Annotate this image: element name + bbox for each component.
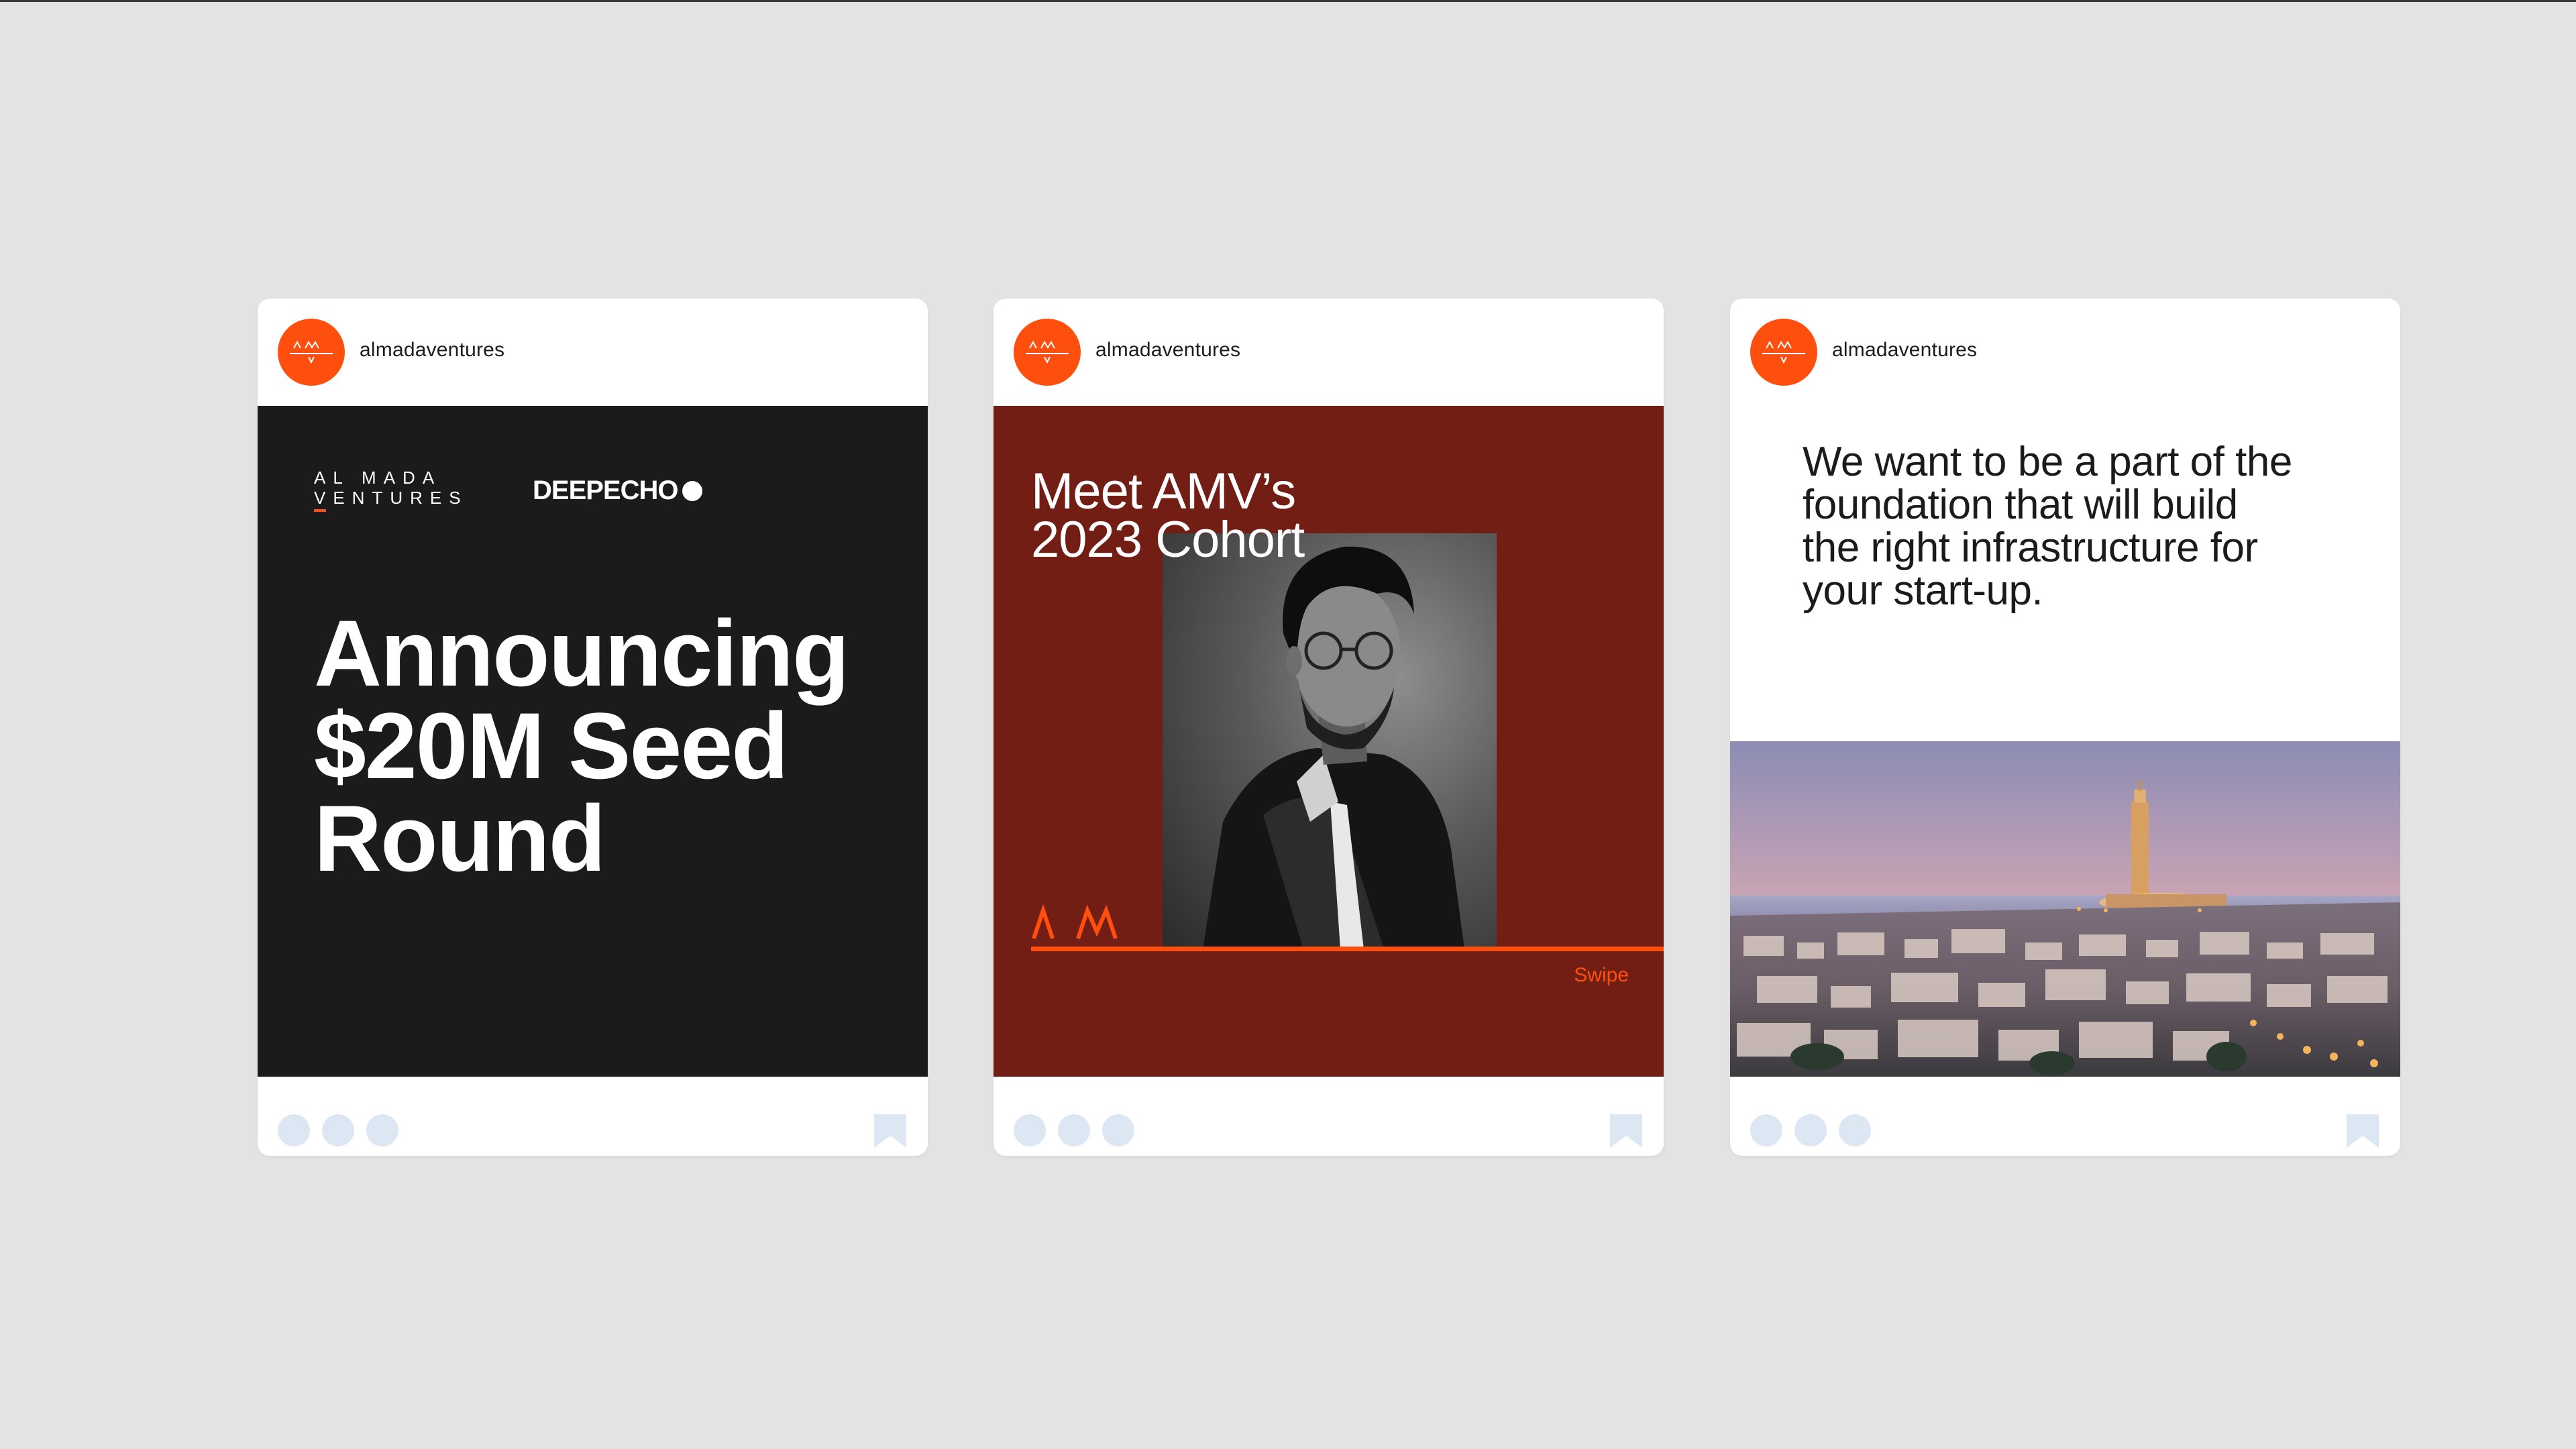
swipe-hint[interactable]: Swipe	[1574, 964, 1629, 987]
am-monogram-icon	[1026, 340, 1069, 364]
headline-line: Announcing	[314, 600, 849, 706]
post-header: almadaventures	[258, 299, 928, 406]
quote-line: We want to be a part of the	[1803, 439, 2292, 485]
quote-text: We want to be a part of the foundation t…	[1803, 441, 2379, 612]
comment-icon[interactable]	[322, 1114, 354, 1146]
username[interactable]: almadaventures	[1095, 339, 1240, 362]
logo-accent	[314, 509, 326, 512]
avatar[interactable]	[1750, 319, 1817, 386]
like-icon[interactable]	[1014, 1114, 1046, 1146]
post-footer	[258, 1077, 928, 1156]
logo-line: AL MADA	[314, 468, 442, 488]
share-icon[interactable]	[1839, 1114, 1871, 1146]
share-icon[interactable]	[366, 1114, 398, 1146]
share-icon[interactable]	[1102, 1114, 1134, 1146]
like-icon[interactable]	[1750, 1114, 1782, 1146]
city-illustration	[1730, 741, 2400, 1077]
post-card-quote: almadaventures We want to be a part of t…	[1730, 299, 2400, 1156]
post-header: almadaventures	[1730, 299, 2400, 406]
post-header: almadaventures	[994, 299, 1664, 406]
bookmark-icon[interactable]	[873, 1114, 908, 1148]
deepecho-logo: DEEPECHO	[533, 476, 702, 506]
logo-line: VENTURES	[314, 488, 468, 508]
city-skyline-photo[interactable]	[1730, 741, 2400, 1077]
post-footer	[994, 1077, 1664, 1156]
avatar[interactable]	[278, 319, 345, 386]
bookmark-icon[interactable]	[1609, 1114, 1644, 1148]
cohort-member-photo	[1163, 533, 1497, 949]
post-media-cohort[interactable]: Meet AMV’s 2023 Cohort Swipe	[994, 406, 1664, 1077]
headline-line: 2023 Cohort	[1031, 511, 1305, 568]
am-mark-icon	[1032, 904, 1118, 939]
headline-line: Meet AMV’s	[1031, 463, 1296, 520]
headline-line: $20M Seed	[314, 693, 789, 798]
partner-logo-text: DEEPECHO	[533, 476, 678, 505]
bookmark-icon[interactable]	[2345, 1114, 2380, 1148]
canvas: almadaventures AL MADA VENTURES DEEPECHO…	[0, 0, 2576, 1449]
quote-panel: We want to be a part of the foundation t…	[1730, 406, 2400, 741]
username[interactable]: almadaventures	[1832, 339, 1977, 362]
cohort-headline: Meet AMV’s 2023 Cohort	[1031, 463, 1305, 568]
post-card-funding: almadaventures AL MADA VENTURES DEEPECHO…	[258, 299, 928, 1156]
accent-rule	[1031, 947, 1664, 951]
username[interactable]: almadaventures	[360, 339, 504, 362]
post-media-funding[interactable]: AL MADA VENTURES DEEPECHO Announcing $20…	[258, 406, 928, 1077]
avatar[interactable]	[1014, 319, 1081, 386]
al-mada-ventures-logo: AL MADA VENTURES	[314, 468, 468, 512]
am-monogram-icon	[290, 340, 333, 364]
comment-icon[interactable]	[1058, 1114, 1090, 1146]
post-card-cohort: almadaventures Meet AMV’s 2023 Cohort Sw…	[994, 299, 1664, 1156]
comment-icon[interactable]	[1794, 1114, 1827, 1146]
quote-line: your start-up.	[1803, 568, 2043, 614]
quote-line: foundation that will build	[1803, 482, 2238, 528]
post-footer	[1730, 1077, 2400, 1156]
quote-line: the right infrastructure for	[1803, 525, 2258, 571]
like-icon[interactable]	[278, 1114, 310, 1146]
announcement-headline: Announcing $20M Seed Round	[314, 600, 891, 891]
am-monogram-icon	[1762, 340, 1805, 364]
headline-line: Round	[314, 786, 606, 891]
portrait-illustration	[1203, 546, 1464, 949]
deepecho-mark-icon	[682, 481, 702, 501]
